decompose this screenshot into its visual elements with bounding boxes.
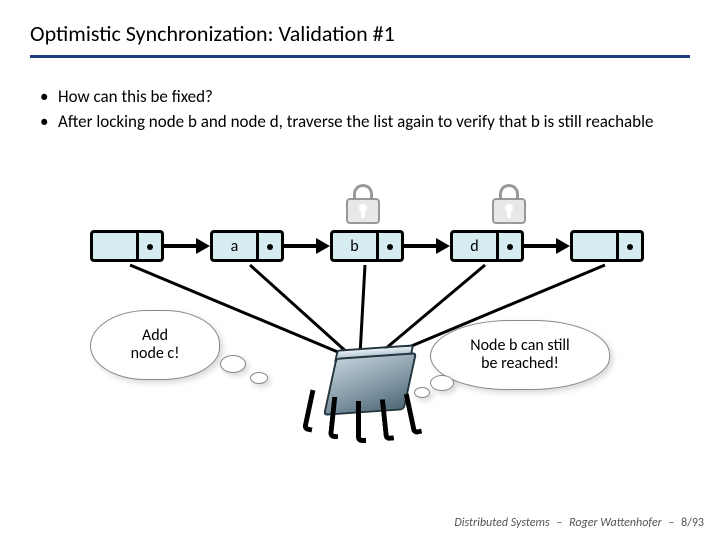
node-label xyxy=(573,233,619,259)
list-node-tail xyxy=(570,230,644,262)
bullet-2: After locking node b and node d, travers… xyxy=(58,111,690,134)
bullet-1: How can this be fixed? xyxy=(58,86,690,109)
title-underline xyxy=(30,55,690,58)
slide-title: Optimistic Synchronization: Validation #… xyxy=(30,20,690,53)
list-node-head xyxy=(90,230,164,262)
node-label xyxy=(93,233,139,259)
lock-icon xyxy=(492,184,526,224)
footer-course: Distributed Systems xyxy=(454,516,549,530)
thought-cloud-right: Node b can still be reached! xyxy=(430,320,610,390)
list-node-d: d xyxy=(450,230,524,262)
thought-dot xyxy=(220,355,246,373)
list-node-b: b xyxy=(330,230,404,262)
footer-page: 8/93 xyxy=(681,516,704,530)
node-label: a xyxy=(213,233,259,259)
node-label: b xyxy=(333,233,379,259)
footer-author: Roger Wattenhofer xyxy=(569,516,662,530)
thought-cloud-left: Add node c! xyxy=(90,310,220,380)
diagram-stage: a b d Add node c! Node b can still be re… xyxy=(0,180,720,470)
lock-icon xyxy=(346,184,380,224)
list-node-a: a xyxy=(210,230,284,262)
thought-dot xyxy=(430,375,454,391)
slide-footer: Distributed Systems – Roger Wattenhofer … xyxy=(454,516,704,530)
bullet-list: How can this be fixed? After locking nod… xyxy=(30,86,690,134)
cpu-bug-icon xyxy=(300,335,430,445)
node-label: d xyxy=(453,233,499,259)
thought-dot xyxy=(250,372,268,384)
